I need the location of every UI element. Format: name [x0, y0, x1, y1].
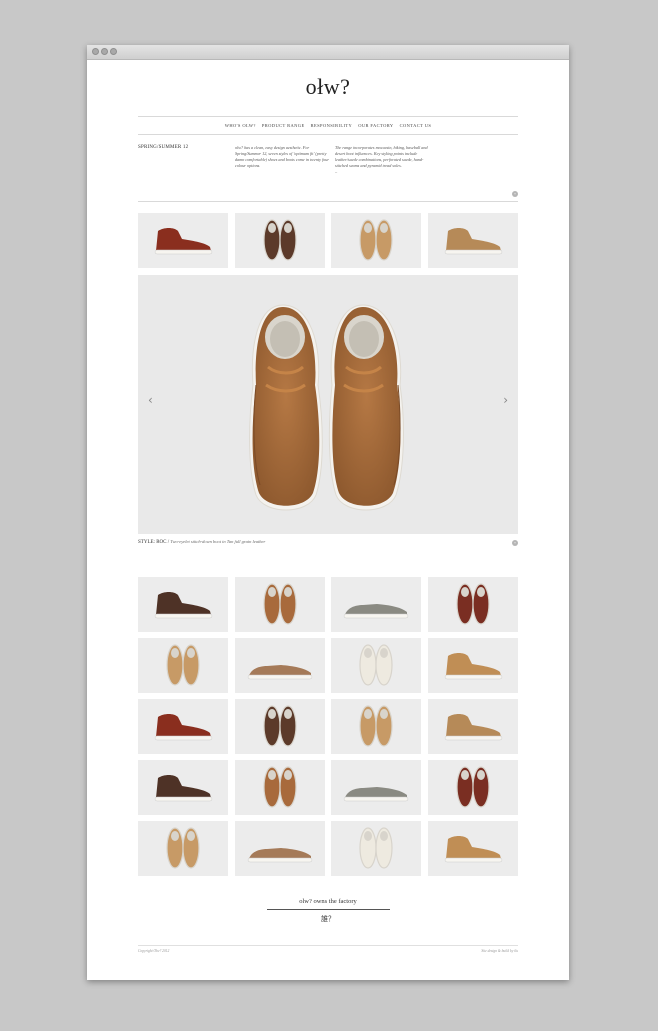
thumbnail[interactable] — [331, 213, 422, 268]
divider — [138, 201, 518, 202]
nav-item-whos-olw[interactable]: WHO'S OLW? — [225, 123, 256, 128]
product-tile[interactable] — [138, 760, 228, 815]
product-tile[interactable] — [427, 760, 518, 815]
product-grid — [138, 577, 518, 876]
footer-kanji: 誰？ — [321, 915, 335, 923]
product-tile[interactable] — [427, 699, 518, 754]
product-tile[interactable] — [331, 821, 422, 876]
left-boot — [249, 304, 323, 511]
nav-item-our-factory[interactable]: OUR FACTORY — [358, 123, 393, 128]
shoe-image — [262, 583, 297, 625]
footer-bar: Copyright Ołw? 2012 Site design & build … — [138, 945, 518, 953]
product-tile[interactable] — [331, 577, 422, 632]
minimize-window-button[interactable] — [101, 48, 108, 55]
shoe-image — [359, 644, 393, 686]
thumbnail[interactable] — [138, 213, 228, 268]
factory-link[interactable]: olw? owns the factory — [138, 898, 518, 905]
product-tile[interactable] — [427, 577, 518, 632]
product-tile[interactable] — [138, 821, 228, 876]
shoe-image — [444, 836, 503, 863]
thumbnail[interactable] — [427, 213, 518, 268]
style-thumbnails — [138, 213, 518, 268]
style-label: STYLE: ROC — [138, 540, 167, 545]
product-tile[interactable] — [234, 577, 325, 632]
copyright-text: Copyright Ołw? 2012 — [138, 949, 170, 953]
shoe-image — [456, 766, 490, 808]
factory-link-underline — [266, 909, 390, 910]
shoe-image — [444, 653, 503, 680]
product-tile[interactable] — [234, 760, 325, 815]
intro-section: SPRING/SUMMER 12 olw? has a clean, easy … — [138, 145, 518, 201]
product-tile[interactable] — [331, 638, 422, 693]
product-tile[interactable] — [427, 821, 518, 876]
nav-item-product-range[interactable]: PRODUCT RANGE — [262, 123, 305, 128]
thumbnail[interactable] — [234, 213, 325, 268]
window-titlebar — [87, 45, 569, 60]
shoe-image — [343, 604, 409, 619]
intro-text-1: olw? has a clean, easy design aesthetic.… — [235, 145, 329, 168]
page-content: ołw? WHO'S OLW? PRODUCT RANGE RESPONSIBI… — [138, 60, 518, 953]
shoe-image — [444, 714, 503, 741]
credit-link[interactable]: Site design & build by ilu — [481, 949, 518, 953]
shoe-image — [154, 592, 213, 619]
shoe-image — [359, 827, 393, 869]
close-window-button[interactable] — [92, 48, 99, 55]
shoe-image — [154, 714, 213, 741]
product-tile[interactable] — [138, 638, 228, 693]
main-nav: WHO'S OLW? PRODUCT RANGE RESPONSIBILITY … — [138, 116, 518, 135]
intro-more: – — [335, 169, 338, 174]
zoom-window-button[interactable] — [110, 48, 117, 55]
plus-circle-icon[interactable]: + — [512, 191, 518, 197]
product-tile[interactable] — [427, 638, 518, 693]
product-tile[interactable] — [331, 760, 422, 815]
brand-logo[interactable]: ołw? — [138, 74, 518, 102]
chevron-right-icon[interactable]: › — [503, 393, 508, 407]
product-tile[interactable] — [331, 699, 422, 754]
season-title: SPRING/SUMMER 12 — [138, 145, 189, 150]
intro-text-2-wrap: The range incorporates moccasin, hiking,… — [335, 145, 431, 201]
browser-window: ołw? WHO'S OLW? PRODUCT RANGE RESPONSIBI… — [87, 45, 569, 980]
right-boot — [328, 304, 404, 511]
shoe-image — [262, 766, 297, 808]
shoe-image — [154, 228, 213, 255]
shoe-image — [262, 705, 297, 747]
chevron-left-icon[interactable]: ‹ — [148, 393, 153, 407]
intro-text-2: The range incorporates moccasin, hiking,… — [335, 145, 428, 168]
shoe-image — [359, 219, 393, 261]
nav-item-responsibility[interactable]: RESPONSIBILITY — [311, 123, 353, 128]
shoe-image — [456, 583, 490, 625]
caption-separator: / — [167, 540, 170, 545]
hero-caption: STYLE: ROC / Two-eyelet stitch-down boot… — [138, 539, 518, 549]
product-tile[interactable] — [234, 821, 325, 876]
product-tile[interactable] — [138, 699, 228, 754]
shoe-image — [154, 775, 213, 802]
style-description: Two-eyelet stitch-down boot in Tan full … — [170, 539, 266, 544]
plus-circle-icon[interactable]: + — [512, 540, 518, 546]
product-tile[interactable] — [234, 699, 325, 754]
product-tile[interactable] — [234, 638, 325, 693]
hero-image: ‹ › — [138, 275, 518, 534]
shoe-image — [166, 644, 200, 686]
shoe-image — [247, 848, 312, 863]
shoe-image — [262, 219, 297, 261]
product-tile[interactable] — [138, 577, 228, 632]
hero-shoes-image — [249, 304, 404, 511]
shoe-image — [247, 665, 312, 680]
shoe-image — [444, 228, 503, 255]
shoe-image — [343, 787, 409, 802]
nav-item-contact-us[interactable]: CONTACT US — [400, 123, 432, 128]
shoe-image — [359, 705, 393, 747]
shoe-image — [166, 827, 200, 869]
